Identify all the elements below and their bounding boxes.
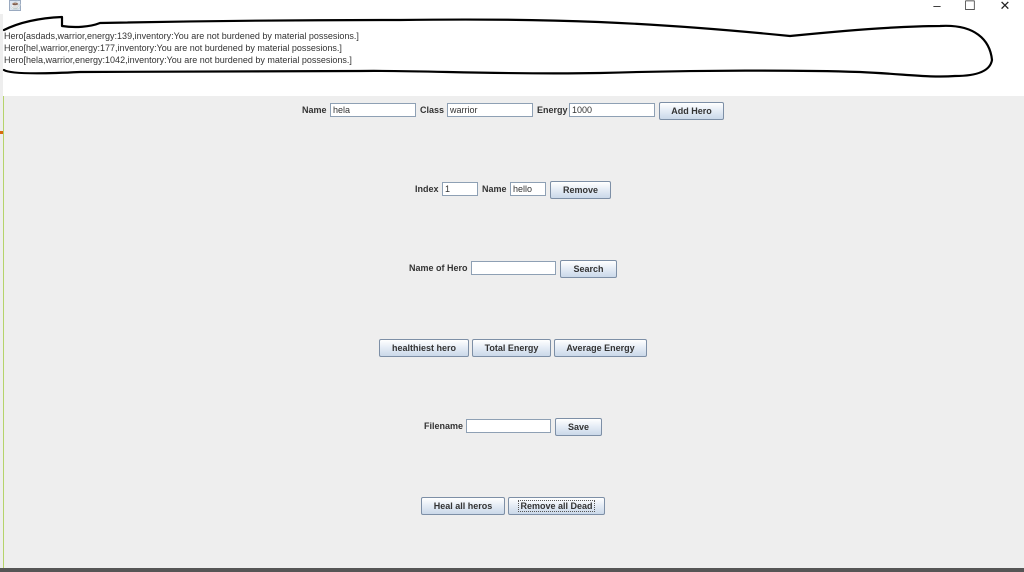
hero-class-input[interactable] [447,103,533,117]
hero-energy-input[interactable] [569,103,655,117]
maximize-button[interactable]: ☐ [953,0,987,14]
search-hero-input[interactable] [471,261,556,275]
add-hero-row: Name Class Energy Add Hero [0,102,1024,122]
energy-label: Energy [537,105,568,115]
remove-hero-row: Index Name Remove [0,181,1024,201]
close-button[interactable]: ✕ [988,0,1022,14]
bulk-actions-row: Heal all heros Remove all Dead [0,497,1024,517]
save-row: Filename Save [0,418,1024,438]
window-bottom-edge [0,568,1024,572]
class-label: Class [420,105,445,115]
title-bar: ☕ – ☐ ✕ [0,0,1024,14]
hero-list-output[interactable]: Hero[asdads,warrior,energy:139,inventory… [3,14,1024,96]
filename-label: Filename [424,421,464,431]
remove-name-input[interactable] [510,182,546,196]
remove-name-label: Name [482,184,507,194]
hero-list-line: Hero[asdads,warrior,energy:139,inventory… [4,31,359,41]
hero-list-line: Hero[hela,warrior,energy:1042,inventory:… [4,55,352,65]
remove-all-dead-button[interactable]: Remove all Dead [508,497,605,515]
minimize-button[interactable]: – [920,0,954,14]
remove-all-dead-label: Remove all Dead [518,500,595,512]
save-button[interactable]: Save [555,418,602,436]
average-energy-button[interactable]: Average Energy [554,339,647,357]
hero-name-input[interactable] [330,103,416,117]
window-edge-marker [0,131,3,134]
search-row: Name of Hero Search [0,260,1024,280]
search-button[interactable]: Search [560,260,617,278]
java-cup-icon: ☕ [9,0,22,11]
hero-list-line: Hero[hel,warrior,energy:177,inventory:Yo… [4,43,342,53]
filename-input[interactable] [466,419,551,433]
heal-all-heroes-button[interactable]: Heal all heros [421,497,505,515]
total-energy-button[interactable]: Total Energy [472,339,551,357]
add-hero-button[interactable]: Add Hero [659,102,724,120]
index-input[interactable] [442,182,478,196]
name-of-hero-label: Name of Hero [409,263,468,273]
index-label: Index [415,184,439,194]
remove-button[interactable]: Remove [550,181,611,199]
name-label: Name [302,105,327,115]
stats-row: healthiest hero Total Energy Average Ene… [0,339,1024,359]
healthiest-hero-button[interactable]: healthiest hero [379,339,469,357]
